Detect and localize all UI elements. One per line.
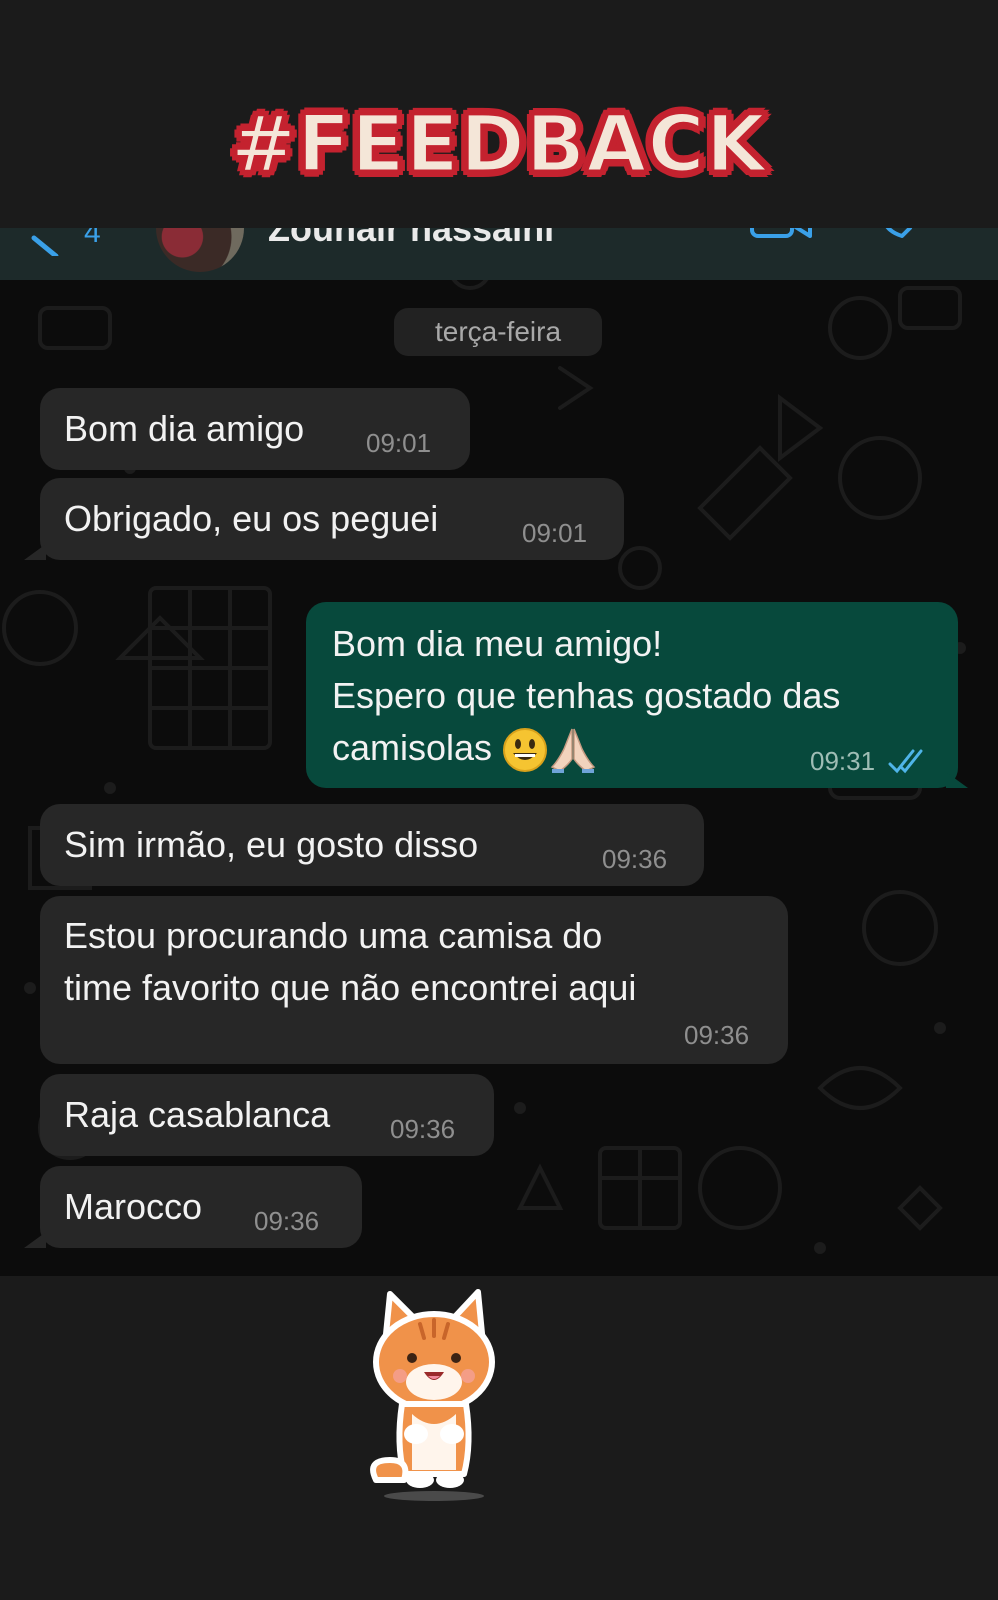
bubble-tail [24, 1232, 46, 1248]
video-call-icon[interactable] [750, 228, 814, 254]
grinning-face-icon [503, 728, 548, 773]
message-time: 09:36 [684, 1020, 750, 1050]
folded-hands-icon [550, 729, 596, 774]
message-bubble-incoming[interactable]: Marocco 09:36 [40, 1166, 362, 1248]
bubble-tail [946, 772, 968, 788]
phone-call-icon[interactable] [876, 228, 920, 254]
message-text: Obrigado, eu os peguei [64, 498, 439, 539]
message-bubble-incoming[interactable]: Obrigado, eu os peguei 09:01 [40, 478, 624, 560]
message-time: 09:31 [810, 746, 876, 776]
back-arrow-icon[interactable] [30, 228, 70, 256]
unread-count[interactable]: 4 [84, 228, 101, 250]
message-text: Sim irmão, eu gosto disso [64, 824, 479, 865]
message-time: 09:01 [366, 428, 432, 458]
message-bubble-incoming[interactable]: Sim irmão, eu gosto disso 09:36 [40, 804, 704, 886]
story-page: #FEEDBACK 4 Zouhair hassaini terça-feira… [0, 0, 998, 1600]
feedback-title: #FEEDBACK [229, 99, 768, 192]
chat-screenshot: 4 Zouhair hassaini terça-feira Bom dia a… [0, 228, 998, 1276]
read-receipt-icon [888, 749, 923, 774]
message-bubble-incoming[interactable]: Bom dia amigo 09:01 [40, 388, 470, 470]
message-bubble-incoming[interactable]: Raja casablanca 09:36 [40, 1074, 494, 1156]
cat-sticker-icon [370, 1289, 495, 1501]
message-time: 09:36 [602, 844, 668, 874]
message-bubble-incoming[interactable]: Estou procurando uma camisa do time favo… [40, 896, 788, 1064]
message-time: 09:36 [390, 1114, 456, 1144]
message-text: Estou procurando uma camisa do time favo… [64, 915, 637, 1008]
message-time: 09:36 [254, 1206, 320, 1236]
message-bubble-outgoing[interactable]: Bom dia meu amigo! Espero que tenhas gos… [306, 602, 958, 788]
contact-name[interactable]: Zouhair hassaini [268, 228, 554, 250]
chat-header: 4 Zouhair hassaini [0, 228, 998, 280]
message-time: 09:01 [522, 518, 588, 548]
date-separator: terça-feira [394, 308, 602, 356]
bubble-tail [24, 544, 46, 560]
contact-avatar[interactable] [156, 228, 244, 272]
